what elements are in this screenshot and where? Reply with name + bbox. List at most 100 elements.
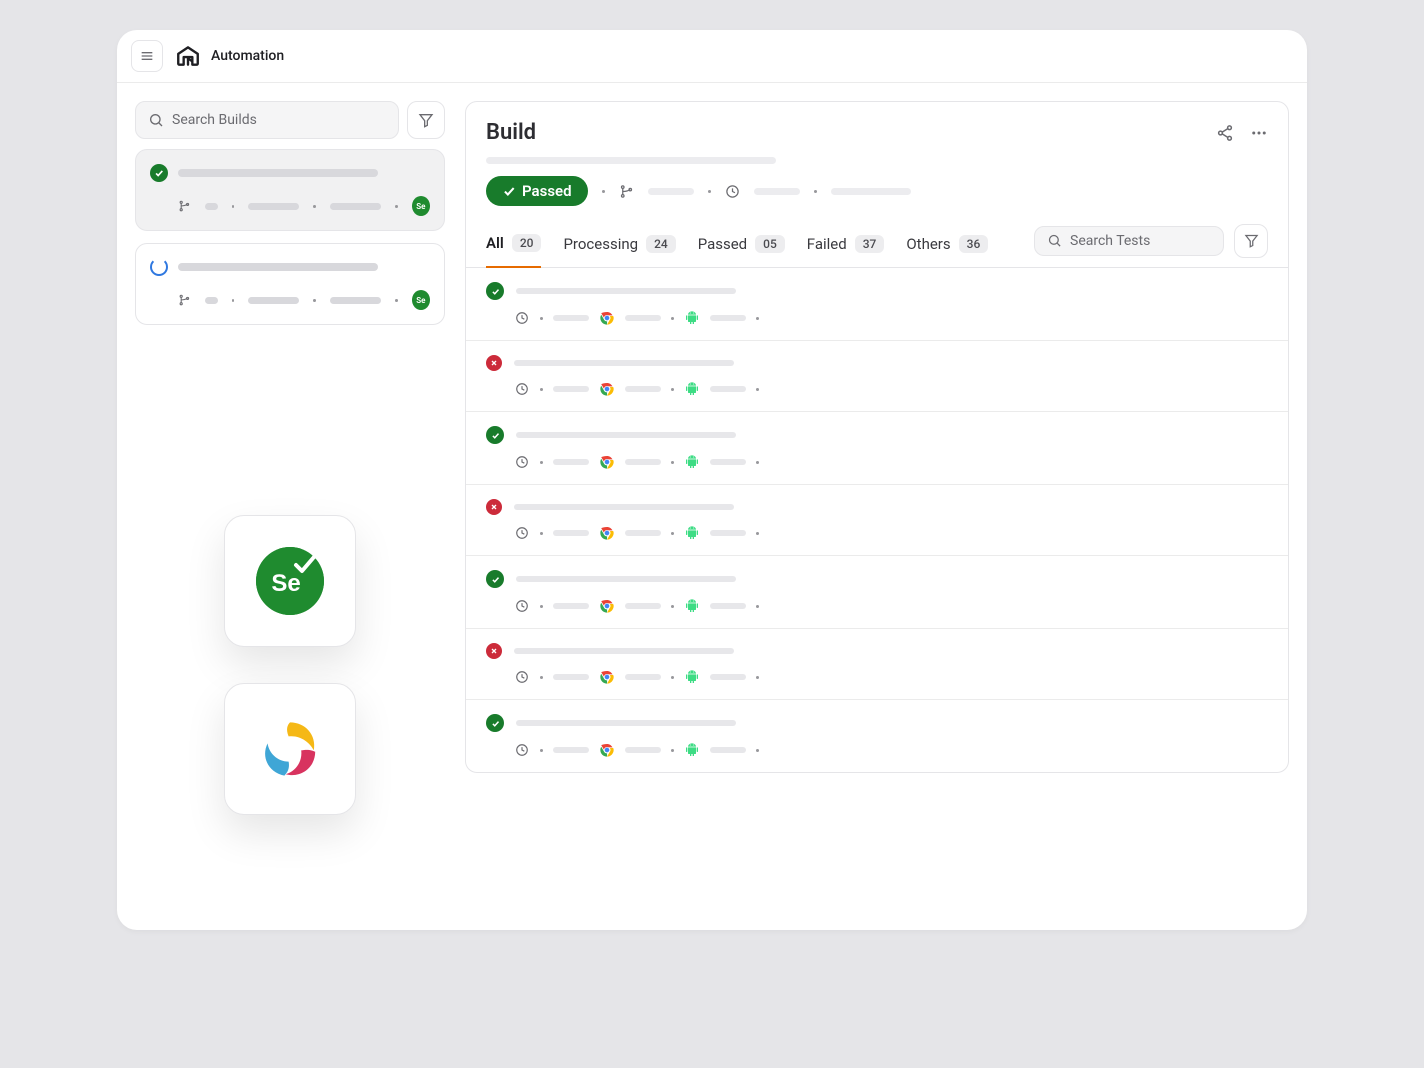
- detail-top-row: Build: [486, 120, 1268, 145]
- branch-icon: [178, 293, 191, 307]
- clock-icon: [514, 454, 530, 470]
- tab-failed[interactable]: Failed 37: [807, 223, 885, 267]
- test-row[interactable]: [466, 629, 1288, 700]
- separator-dot: [540, 605, 543, 608]
- separator-dot: [671, 317, 674, 320]
- separator-dot: [708, 190, 711, 193]
- build-card[interactable]: Se: [135, 243, 445, 325]
- separator-dot: [540, 317, 543, 320]
- skeleton: [625, 459, 661, 465]
- skeleton: [486, 157, 776, 164]
- skeleton: [625, 530, 661, 536]
- skeleton: [710, 315, 746, 321]
- android-icon: [684, 742, 700, 758]
- tab-all[interactable]: All 20: [486, 222, 541, 268]
- clock-icon: [514, 310, 530, 326]
- builds-search-row: Search Builds: [135, 101, 445, 139]
- body: Search Builds: [117, 83, 1307, 833]
- app-window: Automation Search Builds: [117, 30, 1307, 930]
- android-icon: [684, 598, 700, 614]
- test-row[interactable]: [466, 700, 1288, 772]
- skeleton: [710, 459, 746, 465]
- separator-dot: [756, 605, 759, 608]
- test-row[interactable]: [466, 556, 1288, 629]
- more-button[interactable]: [1250, 124, 1268, 142]
- floating-logo-cards: Se: [135, 515, 445, 815]
- skeleton: [553, 603, 589, 609]
- tab-others[interactable]: Others 36: [906, 223, 988, 267]
- clock-icon: [514, 598, 530, 614]
- test-row[interactable]: [466, 268, 1288, 341]
- separator-dot: [232, 205, 235, 208]
- search-icon: [1047, 233, 1062, 248]
- detail-subtitle: [486, 157, 1268, 164]
- test-row[interactable]: [466, 412, 1288, 485]
- chrome-icon: [599, 598, 615, 614]
- skeleton: [248, 203, 299, 210]
- separator-dot: [540, 461, 543, 464]
- test-title-row: [486, 570, 1268, 588]
- filter-builds-button[interactable]: [407, 101, 445, 139]
- status-fail-icon: [486, 643, 502, 659]
- tab-count: 20: [512, 234, 542, 252]
- skeleton: [330, 297, 381, 304]
- branch-icon: [178, 199, 191, 213]
- skeleton: [178, 169, 378, 177]
- clock-icon: [725, 184, 740, 199]
- skeleton: [625, 315, 661, 321]
- clock-icon: [514, 742, 530, 758]
- skeleton: [553, 530, 589, 536]
- chrome-icon: [599, 525, 615, 541]
- test-title-row: [486, 355, 1268, 371]
- chrome-icon: [599, 669, 615, 685]
- status-label: Passed: [522, 182, 572, 200]
- share-button[interactable]: [1216, 124, 1234, 142]
- svg-text:Se: Se: [271, 570, 300, 597]
- skeleton: [178, 263, 378, 271]
- test-row[interactable]: [466, 341, 1288, 412]
- separator-dot: [756, 317, 759, 320]
- logo-text: Automation: [211, 48, 284, 64]
- detail-actions: [1216, 124, 1268, 142]
- skeleton: [831, 188, 911, 195]
- skeleton: [205, 297, 218, 304]
- separator-dot: [313, 205, 316, 208]
- skeleton: [625, 747, 661, 753]
- more-icon: [1250, 124, 1268, 142]
- left-column: Search Builds: [135, 101, 445, 815]
- detail-status-row: Passed: [486, 176, 1268, 222]
- test-row[interactable]: [466, 485, 1288, 556]
- test-title-row: [486, 714, 1268, 732]
- status-pass-icon: [486, 570, 504, 588]
- menu-button[interactable]: [131, 40, 163, 72]
- test-list: [466, 268, 1288, 772]
- separator-dot: [232, 299, 235, 302]
- skeleton: [553, 315, 589, 321]
- separator-dot: [540, 676, 543, 679]
- build-card[interactable]: Se: [135, 149, 445, 231]
- test-meta-row: [486, 454, 1268, 470]
- skeleton: [710, 530, 746, 536]
- test-meta-row: [486, 525, 1268, 541]
- check-icon: [502, 184, 516, 198]
- skeleton: [516, 288, 736, 294]
- skeleton: [205, 203, 218, 210]
- tab-count: 24: [646, 235, 676, 253]
- tab-processing[interactable]: Processing 24: [563, 223, 675, 267]
- skeleton: [516, 432, 736, 438]
- filter-tests-button[interactable]: [1234, 224, 1268, 258]
- skeleton: [516, 576, 736, 582]
- selenium-badge-icon: Se: [412, 290, 430, 310]
- separator-dot: [540, 532, 543, 535]
- logo: Automation: [175, 43, 284, 69]
- clock-icon: [514, 669, 530, 685]
- test-title-row: [486, 426, 1268, 444]
- separator-dot: [756, 676, 759, 679]
- search-tests-input[interactable]: Search Tests: [1034, 226, 1224, 256]
- tab-passed[interactable]: Passed 05: [698, 223, 785, 267]
- search-builds-input[interactable]: Search Builds: [135, 101, 399, 139]
- selenium-card: Se: [224, 515, 356, 647]
- test-title-row: [486, 282, 1268, 300]
- tab-count: 05: [755, 235, 785, 253]
- logo-icon: [175, 43, 201, 69]
